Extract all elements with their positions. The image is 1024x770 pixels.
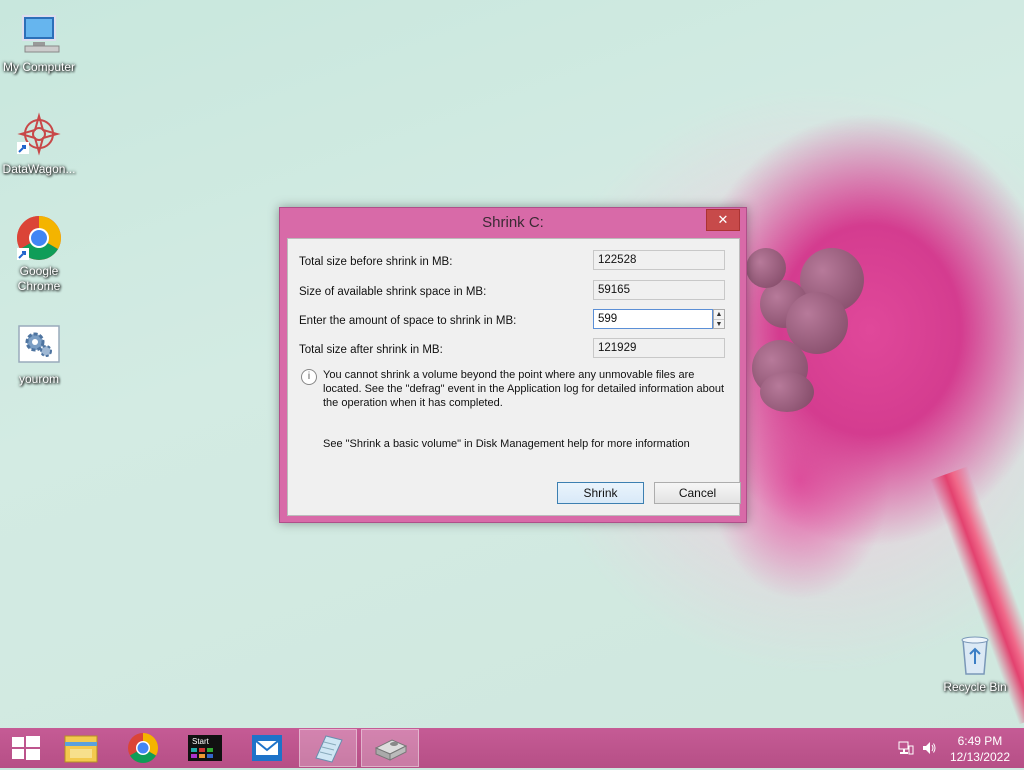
- dialog-title: Shrink C:: [482, 214, 544, 231]
- total-size-after-label: Total size after shrink in MB:: [299, 344, 443, 356]
- computer-icon: [15, 10, 63, 58]
- network-icon[interactable]: [898, 740, 914, 759]
- clock-time: 6:49 PM: [957, 734, 1003, 748]
- volume-icon[interactable]: [921, 740, 937, 759]
- desktop-icon-recycle-bin[interactable]: Recycle Bin: [936, 630, 1014, 695]
- desktop-icon-datawagon[interactable]: DataWagon...: [0, 112, 78, 177]
- chrome-icon: [15, 214, 63, 262]
- shrink-button[interactable]: Shrink: [557, 482, 644, 504]
- chevron-up-icon[interactable]: ▲: [714, 310, 724, 320]
- recycle-bin-icon: [951, 630, 999, 678]
- shrink-amount-label: Enter the amount of space to shrink in M…: [299, 315, 517, 327]
- desktop-icon-label: yourom: [18, 372, 59, 386]
- desktop-icon-yourom[interactable]: yourom: [0, 322, 78, 387]
- desktop-icon-label: My Computer: [2, 60, 76, 74]
- chrome-icon: [128, 733, 159, 764]
- taskbar-file-explorer[interactable]: [52, 729, 110, 767]
- desktop-icon-label: Google Chrome: [17, 264, 61, 293]
- wallpaper-flower-pistil: [760, 372, 814, 412]
- taskbar-chrome[interactable]: [114, 729, 172, 767]
- taskbar: Start 6:49 PM 12/13/2022: [0, 728, 1024, 768]
- taskbar-start-tile[interactable]: Start: [176, 729, 234, 767]
- close-button[interactable]: ✕: [706, 209, 740, 231]
- shrink-amount-input[interactable]: 599: [593, 309, 713, 329]
- cancel-button[interactable]: Cancel: [654, 482, 741, 504]
- info-message: You cannot shrink a volume beyond the po…: [323, 369, 725, 409]
- info-icon: i: [301, 369, 317, 385]
- dialog-body: Total size before shrink in MB: 122528 S…: [287, 238, 741, 516]
- start-tile-icon: Start: [188, 735, 222, 761]
- notepad-icon: [315, 735, 343, 763]
- taskbar-notepad[interactable]: [299, 729, 357, 767]
- taskbar-mail[interactable]: [238, 729, 296, 767]
- chevron-down-icon[interactable]: ▼: [714, 320, 724, 329]
- desktop-icon-my-computer[interactable]: My Computer: [0, 10, 78, 75]
- help-message: See "Shrink a basic volume" in Disk Mana…: [323, 438, 690, 450]
- desktop-icon-label: Recycle Bin: [943, 680, 1007, 694]
- shrink-amount-stepper[interactable]: ▲ ▼: [713, 309, 725, 329]
- total-size-after-field: 121929: [593, 338, 725, 358]
- available-shrink-field: 59165: [593, 280, 725, 300]
- disk-management-icon: [374, 739, 408, 761]
- start-button[interactable]: [0, 729, 58, 767]
- wallpaper-flower-pistil: [746, 248, 786, 288]
- settings-gear-icon: [15, 322, 63, 370]
- start-icon: [12, 736, 40, 760]
- taskbar-clock[interactable]: 6:49 PM 12/13/2022: [950, 733, 1010, 765]
- svg-text:Start: Start: [192, 737, 210, 746]
- clock-date: 12/13/2022: [949, 750, 1010, 764]
- dialog-titlebar[interactable]: Shrink C: ✕: [280, 208, 746, 236]
- file-explorer-icon: [64, 735, 98, 763]
- desktop-icon-label: DataWagon...: [2, 162, 76, 176]
- total-size-before-field: 122528: [593, 250, 725, 270]
- mail-icon: [252, 735, 282, 761]
- taskbar-disk-management[interactable]: [361, 729, 419, 767]
- shrink-dialog[interactable]: Shrink C: ✕ Total size before shrink in …: [279, 207, 747, 523]
- available-shrink-label: Size of available shrink space in MB:: [299, 286, 487, 298]
- desktop-icon-google-chrome[interactable]: Google Chrome: [0, 214, 78, 294]
- datawagon-icon: [15, 112, 63, 160]
- total-size-before-label: Total size before shrink in MB:: [299, 256, 453, 268]
